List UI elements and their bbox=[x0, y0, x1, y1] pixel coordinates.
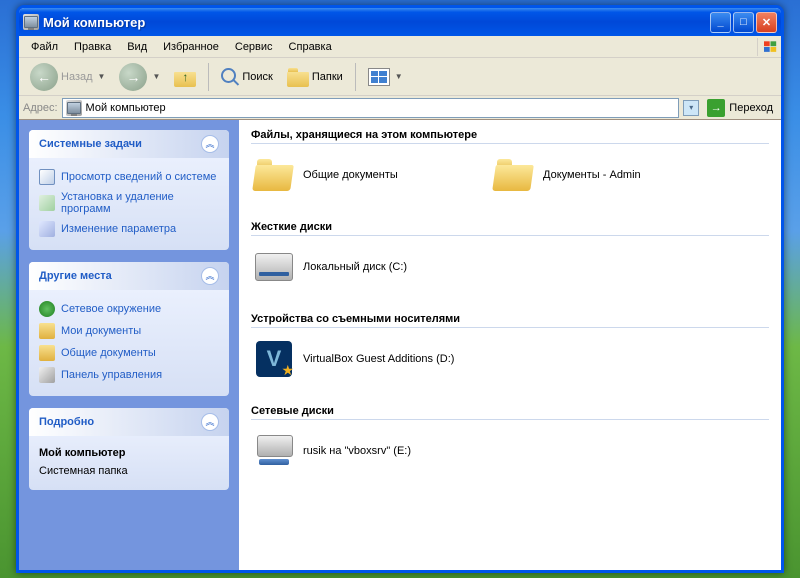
panel-title: Подробно bbox=[39, 416, 94, 428]
link-system-info[interactable]: Просмотр сведений о системе bbox=[39, 166, 219, 188]
windows-flag-icon bbox=[757, 38, 777, 56]
go-button[interactable]: → Переход bbox=[703, 97, 777, 119]
folder-up-icon bbox=[174, 67, 196, 87]
address-label: Адрес: bbox=[23, 102, 58, 114]
address-dropdown[interactable]: ▾ bbox=[683, 100, 699, 116]
menu-edit[interactable]: Правка bbox=[66, 38, 119, 56]
link-network-places[interactable]: Сетевое окружение bbox=[39, 298, 219, 320]
toolbar-separator bbox=[208, 63, 209, 91]
collapse-icon[interactable]: ︽ bbox=[201, 135, 219, 153]
main-view[interactable]: Файлы, хранящиеся на этом компьютере Общ… bbox=[239, 120, 781, 570]
content-area: Системные задачи ︽ Просмотр сведений о с… bbox=[19, 120, 781, 570]
titlebar[interactable]: Мой компьютер _ □ ✕ bbox=[19, 8, 781, 36]
item-network-share-e[interactable]: rusik на "vboxsrv" (E:) bbox=[251, 428, 461, 474]
panel-system-tasks: Системные задачи ︽ Просмотр сведений о с… bbox=[29, 130, 229, 250]
go-arrow-icon: → bbox=[707, 99, 725, 117]
items-network: rusik на "vboxsrv" (E:) bbox=[251, 428, 781, 474]
address-input[interactable]: Мой компьютер bbox=[62, 98, 680, 118]
item-user-documents[interactable]: Документы - Admin bbox=[491, 152, 701, 198]
item-shared-documents[interactable]: Общие документы bbox=[251, 152, 461, 198]
section-files-stored: Файлы, хранящиеся на этом компьютере bbox=[251, 124, 769, 144]
folder-icon bbox=[287, 67, 309, 87]
menu-view[interactable]: Вид bbox=[119, 38, 155, 56]
window-controls: _ □ ✕ bbox=[710, 12, 777, 33]
my-computer-icon bbox=[23, 14, 39, 30]
section-hard-drives: Жесткие диски bbox=[251, 216, 769, 236]
panel-header-other-places[interactable]: Другие места ︽ bbox=[29, 262, 229, 290]
menubar: Файл Правка Вид Избранное Сервис Справка bbox=[19, 36, 781, 58]
back-button[interactable]: ← Назад ▼ bbox=[25, 59, 110, 95]
toolbar-separator bbox=[355, 63, 356, 91]
hard-drive-icon bbox=[253, 246, 295, 288]
detail-type: Системная папка bbox=[39, 462, 219, 480]
item-local-disk-c[interactable]: Локальный диск (C:) bbox=[251, 244, 461, 290]
folders-label: Папки bbox=[312, 71, 343, 83]
window-title: Мой компьютер bbox=[43, 15, 710, 30]
folder-open-icon bbox=[253, 154, 295, 196]
section-removable-devices: Устройства со съемными носителями bbox=[251, 308, 769, 328]
up-button[interactable] bbox=[169, 63, 201, 91]
items-files: Общие документы Документы - Admin bbox=[251, 152, 781, 198]
back-arrow-icon: ← bbox=[30, 63, 58, 91]
forward-button[interactable]: → ▼ bbox=[114, 59, 165, 95]
collapse-icon[interactable]: ︽ bbox=[201, 413, 219, 431]
chevron-down-icon: ▼ bbox=[98, 72, 106, 81]
panel-details: Подробно ︽ Мой компьютер Системная папка bbox=[29, 408, 229, 490]
addressbar: Адрес: Мой компьютер ▾ → Переход bbox=[19, 96, 781, 120]
items-removable: VirtualBox Guest Additions (D:) bbox=[251, 336, 781, 382]
go-label: Переход bbox=[729, 102, 773, 114]
folders-button[interactable]: Папки bbox=[282, 63, 348, 91]
link-change-setting[interactable]: Изменение параметра bbox=[39, 218, 219, 240]
item-vbox-guest-additions[interactable]: VirtualBox Guest Additions (D:) bbox=[251, 336, 461, 382]
virtualbox-icon bbox=[253, 338, 295, 380]
toolbar: ← Назад ▼ → ▼ Поиск Папки ▼ bbox=[19, 58, 781, 96]
back-label: Назад bbox=[61, 71, 93, 83]
close-button[interactable]: ✕ bbox=[756, 12, 777, 33]
detail-name: Мой компьютер bbox=[39, 444, 219, 462]
menu-favorites[interactable]: Избранное bbox=[155, 38, 227, 56]
chevron-down-icon: ▼ bbox=[395, 72, 403, 81]
address-value: Мой компьютер bbox=[86, 102, 166, 114]
link-add-remove-programs[interactable]: Установка и удаление программ bbox=[39, 188, 219, 218]
menu-help[interactable]: Справка bbox=[281, 38, 340, 56]
my-computer-icon bbox=[66, 100, 82, 116]
network-drive-icon bbox=[253, 430, 295, 472]
panel-body: Просмотр сведений о системе Установка и … bbox=[29, 158, 229, 250]
panel-other-places: Другие места ︽ Сетевое окружение Мои док… bbox=[29, 262, 229, 396]
menu-tools[interactable]: Сервис bbox=[227, 38, 281, 56]
menu-file[interactable]: Файл bbox=[23, 38, 66, 56]
link-my-documents[interactable]: Мои документы bbox=[39, 320, 219, 342]
views-icon bbox=[368, 68, 390, 86]
explorer-window: Мой компьютер _ □ ✕ Файл Правка Вид Избр… bbox=[16, 5, 784, 573]
chevron-down-icon: ▼ bbox=[152, 72, 160, 81]
panel-header-details[interactable]: Подробно ︽ bbox=[29, 408, 229, 436]
maximize-button[interactable]: □ bbox=[733, 12, 754, 33]
folder-open-icon bbox=[493, 154, 535, 196]
search-icon bbox=[221, 68, 239, 86]
items-hdd: Локальный диск (C:) bbox=[251, 244, 781, 290]
search-label: Поиск bbox=[242, 71, 272, 83]
panel-body: Мой компьютер Системная папка bbox=[29, 436, 229, 490]
panel-body: Сетевое окружение Мои документы Общие до… bbox=[29, 290, 229, 396]
sidebar: Системные задачи ︽ Просмотр сведений о с… bbox=[19, 120, 239, 570]
views-button[interactable]: ▼ bbox=[363, 64, 408, 90]
section-network-drives: Сетевые диски bbox=[251, 400, 769, 420]
collapse-icon[interactable]: ︽ bbox=[201, 267, 219, 285]
link-control-panel[interactable]: Панель управления bbox=[39, 364, 219, 386]
search-button[interactable]: Поиск bbox=[216, 64, 277, 90]
panel-title: Системные задачи bbox=[39, 138, 142, 150]
minimize-button[interactable]: _ bbox=[710, 12, 731, 33]
link-shared-documents[interactable]: Общие документы bbox=[39, 342, 219, 364]
forward-arrow-icon: → bbox=[119, 63, 147, 91]
panel-header-system-tasks[interactable]: Системные задачи ︽ bbox=[29, 130, 229, 158]
panel-title: Другие места bbox=[39, 270, 112, 282]
